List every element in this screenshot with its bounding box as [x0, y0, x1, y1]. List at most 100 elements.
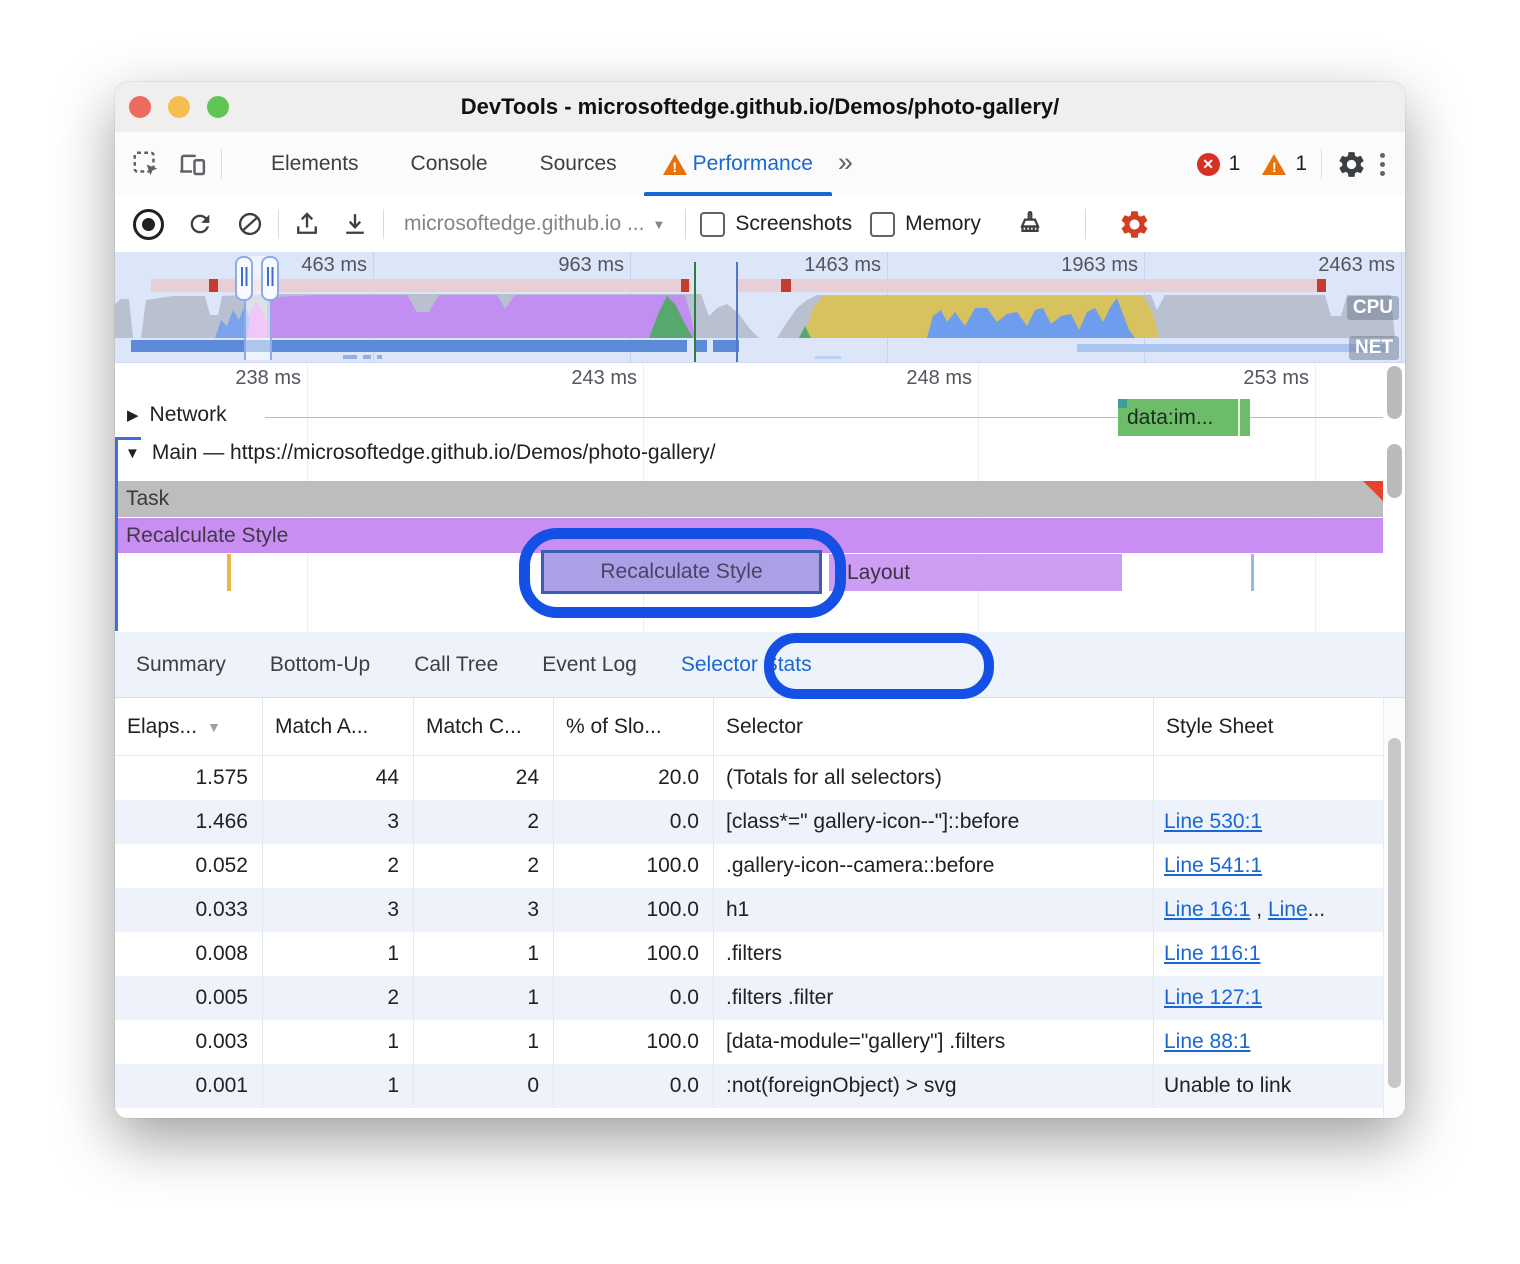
capture-settings-gear-icon[interactable]: [1118, 208, 1151, 241]
stat-cell-match-attempts: 3: [263, 888, 414, 932]
table-row[interactable]: 0.005210.0.filters .filterLine 127:1: [115, 976, 1383, 1020]
flame-time-label: 243 ms: [527, 367, 637, 390]
stylesheet-text: Unable to link: [1164, 1074, 1291, 1097]
cpu-band-label: CPU: [1347, 296, 1399, 320]
error-icon[interactable]: ✕: [1197, 153, 1220, 176]
memory-checkbox[interactable]: [870, 212, 895, 237]
collapse-triangle-icon[interactable]: ▶: [127, 406, 139, 424]
long-task-corner-icon: [1363, 481, 1383, 501]
flame-scrollbar-thumb[interactable]: [1387, 366, 1402, 419]
overview-time-label: 963 ms: [524, 254, 624, 277]
column-header-label: Elaps...: [127, 715, 197, 739]
column-header-match-a-[interactable]: Match A...: [263, 698, 414, 755]
inspect-element-icon[interactable]: [129, 147, 163, 181]
table-scrollbar[interactable]: [1383, 698, 1405, 1118]
screenshot-stage: DevTools - microsoftedge.github.io/Demos…: [0, 0, 1520, 1264]
tab-label: Console: [411, 152, 488, 176]
devtools-window: DevTools - microsoftedge.github.io/Demos…: [115, 82, 1405, 1118]
stylesheet-link[interactable]: Line 127:1: [1164, 986, 1262, 1009]
table-row[interactable]: 0.001100.0:not(foreignObject) > svgUnabl…: [115, 1064, 1383, 1108]
reload-and-record-button[interactable]: [186, 210, 214, 238]
table-row[interactable]: 0.00811100.0.filtersLine 116:1: [115, 932, 1383, 976]
garbage-collect-icon[interactable]: [1015, 209, 1045, 239]
screenshots-checkbox[interactable]: [700, 212, 725, 237]
stylesheet-link[interactable]: Line: [1268, 898, 1308, 921]
tabbar-divider-right: [1321, 149, 1322, 179]
table-row[interactable]: 0.00311100.0[data-module="gallery"] .fil…: [115, 1020, 1383, 1064]
flame-time-label: 238 ms: [191, 367, 301, 390]
error-count: 1: [1229, 152, 1241, 176]
table-header-row: Elaps...▼ Match A... Match C...% of Slo...…: [115, 698, 1383, 756]
expand-triangle-icon[interactable]: ▼: [125, 445, 140, 462]
tab-elements[interactable]: Elements: [242, 132, 382, 196]
column-header-elaps-[interactable]: Elaps...▼: [115, 698, 263, 755]
stat-cell-match-attempts: 2: [263, 844, 414, 888]
stat-cell-selector: .gallery-icon--camera::before: [714, 844, 1154, 888]
page-selector-dropdown[interactable]: microsoftedge.github.io ... ▼: [404, 212, 665, 236]
stat-cell-match-attempts: 1: [263, 1020, 414, 1064]
column-header-label: Match A...: [275, 715, 368, 739]
tab-label: Elements: [271, 152, 359, 176]
timeline-overview[interactable]: 463 ms963 ms1463 ms1963 ms2463 ms CPU NE…: [115, 252, 1405, 362]
stat-cell-selector: [class*=" gallery-icon--"]::before: [714, 800, 1154, 844]
minor-event-tick-yellow: [227, 554, 231, 591]
network-request-block[interactable]: data:im...: [1118, 399, 1250, 436]
annotation-ring-selected-event: [519, 528, 846, 618]
stylesheet-link[interactable]: Line 88:1: [1164, 1030, 1250, 1053]
network-activity-band: [131, 340, 1389, 359]
panel-tab-call-tree[interactable]: Call Tree: [414, 653, 498, 677]
column-header-selector[interactable]: Selector: [714, 698, 1154, 755]
stylesheet-link[interactable]: Line 530:1: [1164, 810, 1262, 833]
table-row[interactable]: 1.466320.0[class*=" gallery-icon--"]::be…: [115, 800, 1383, 844]
stylesheet-link[interactable]: Line 541:1: [1164, 854, 1262, 877]
stat-cell-match-count: 1: [414, 1020, 554, 1064]
network-track-header[interactable]: ▶ Network: [127, 403, 227, 427]
stat-cell-elapsed: 1.575: [115, 756, 263, 800]
save-profile-icon[interactable]: [341, 210, 369, 238]
overview-time-label: 2463 ms: [1295, 254, 1395, 277]
stat-cell-match-attempts: 44: [263, 756, 414, 800]
column-header--of-slo-[interactable]: % of Slo...: [554, 698, 714, 755]
stat-cell-slow-pct: 100.0: [554, 888, 714, 932]
stat-cell-selector: (Totals for all selectors): [714, 756, 1154, 800]
table-row[interactable]: 0.03333100.0h1Line 16:1 , Line...: [115, 888, 1383, 932]
warning-icon[interactable]: !: [1262, 154, 1286, 175]
table-scrollbar-thumb[interactable]: [1388, 738, 1401, 1088]
layout-event-bar[interactable]: Layout: [829, 554, 1122, 591]
task-event-bar[interactable]: Task: [118, 481, 1383, 517]
tab-sources[interactable]: Sources: [511, 132, 640, 196]
stylesheet-link[interactable]: Line 16:1: [1164, 898, 1250, 921]
annotation-ring-selector-stats-tab: [764, 633, 994, 699]
table-row[interactable]: 0.05222100.0.gallery-icon--camera::befor…: [115, 844, 1383, 888]
customize-menu-icon[interactable]: [1380, 153, 1385, 176]
stat-cell-match-count: 1: [414, 976, 554, 1020]
panel-tab-event-log[interactable]: Event Log: [542, 653, 637, 677]
settings-gear-icon[interactable]: [1334, 147, 1368, 181]
record-button[interactable]: [133, 209, 164, 240]
overview-time-label: 1463 ms: [781, 254, 881, 277]
clear-recording-icon[interactable]: [236, 210, 264, 238]
table-row[interactable]: 1.575442420.0(Totals for all selectors): [115, 756, 1383, 800]
column-header-style-sheet[interactable]: Style Sheet: [1154, 698, 1383, 755]
main-thread-header[interactable]: ▼ Main — https://microsoftedge.github.io…: [125, 441, 716, 465]
stat-cell-match-count: 3: [414, 888, 554, 932]
stylesheet-link[interactable]: Line 116:1: [1164, 942, 1261, 965]
load-profile-icon[interactable]: [293, 210, 321, 238]
device-toolbar-icon[interactable]: [175, 147, 209, 181]
column-header-match-c-[interactable]: Match C...: [414, 698, 554, 755]
more-tabs-button[interactable]: »: [838, 147, 853, 178]
main-tabs: Elements Console Sources!Performance: [242, 132, 836, 196]
panel-tab-summary[interactable]: Summary: [136, 653, 226, 677]
overview-time-label: 463 ms: [267, 254, 367, 277]
tabbar-divider: [221, 149, 222, 179]
stat-cell-style-sheet: Line 116:1: [1154, 932, 1383, 976]
flame-scrollbar-thumb2[interactable]: [1387, 444, 1402, 498]
stat-cell-elapsed: 0.008: [115, 932, 263, 976]
stat-cell-selector: :not(foreignObject) > svg: [714, 1064, 1154, 1108]
title-bar: DevTools - microsoftedge.github.io/Demos…: [115, 82, 1405, 133]
tab-console[interactable]: Console: [382, 132, 511, 196]
panel-tab-bottom-up[interactable]: Bottom-Up: [270, 653, 370, 677]
stat-cell-style-sheet: Line 541:1: [1154, 844, 1383, 888]
tab-performance[interactable]: !Performance: [640, 132, 836, 196]
stat-cell-slow-pct: 100.0: [554, 932, 714, 976]
